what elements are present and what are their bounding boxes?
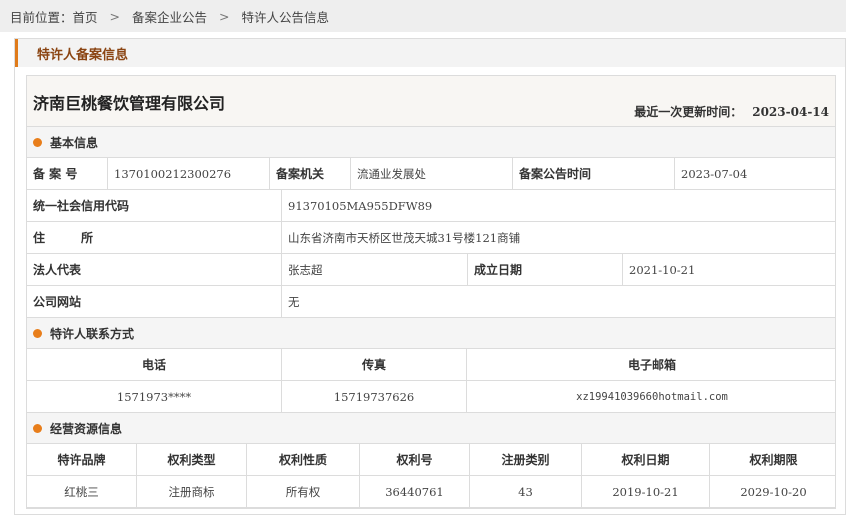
section-title: 特许人联系方式 [50, 326, 135, 341]
address-label: 住 所 [27, 222, 282, 253]
update-value: 2023-04-14 [752, 105, 829, 119]
website-value: 无 [288, 294, 300, 309]
right-no-header: 权利号 [360, 444, 470, 475]
breadcrumb-current: 特许人公告信息 [241, 9, 330, 25]
company-name: 济南巨桃餐饮管理有限公司 [33, 94, 226, 113]
section-title: 基本信息 [50, 135, 99, 150]
founded-value: 2021-10-21 [629, 262, 696, 277]
reg-class-value: 43 [470, 476, 582, 507]
section-title: 经营资源信息 [50, 421, 123, 436]
right-term-header: 权利期限 [749, 453, 798, 467]
fax-header: 传真 [282, 349, 467, 380]
record-no-value: 1370100212300276 [108, 158, 270, 189]
contact-value-row: 1571973**** 15719737626 xz19941039660hot… [27, 381, 835, 413]
brand-header: 特许品牌 [27, 444, 137, 475]
bullet-dot-icon [33, 328, 42, 338]
right-no-value: 36440761 [360, 476, 470, 507]
table-row: 备 案 号 1370100212300276 备案机关 流通业发展处 备案公告时… [27, 158, 835, 190]
franchisor-panel: 特许人备案信息 济南巨桃餐饮管理有限公司 最近一次更新时间： 2023-04-14… [14, 38, 846, 515]
right-term-value: 2029-10-20 [740, 484, 807, 499]
breadcrumb-filing-link[interactable]: 备案企业公告 [132, 7, 207, 26]
email-header: 电子邮箱 [627, 358, 676, 372]
panel-title: 特许人备案信息 [15, 39, 845, 67]
resources-header-row: 特许品牌 权利类型 权利性质 权利号 注册类别 权利日期 权利期限 [27, 444, 835, 476]
company-header: 济南巨桃餐饮管理有限公司 最近一次更新时间： 2023-04-14 [27, 76, 835, 127]
phone-value: 1571973**** [27, 381, 282, 412]
breadcrumb-home-link[interactable]: 首页 [73, 7, 98, 26]
credit-code-label: 统一社会信用代码 [27, 190, 282, 221]
table-row: 统一社会信用代码 91370105MA955DFW89 [27, 190, 835, 222]
website-label: 公司网站 [27, 286, 282, 317]
credit-code-value: 91370105MA955DFW89 [288, 198, 433, 213]
breadcrumb: 目前位置： 首页 > 备案企业公告 > 特许人公告信息 [0, 0, 846, 32]
breadcrumb-separator: > [219, 8, 230, 24]
contact-header-row: 电话 传真 电子邮箱 [27, 349, 835, 381]
bullet-dot-icon [33, 137, 42, 147]
update-time: 最近一次更新时间： 2023-04-14 [634, 103, 829, 120]
right-type-header: 权利类型 [137, 444, 247, 475]
reg-class-header: 注册类别 [470, 444, 582, 475]
table-row: 红桃三 注册商标 所有权 36440761 43 2019-10-21 2029… [27, 476, 835, 508]
section-resources: 经营资源信息 [27, 413, 835, 444]
authority-value: 流通业发展处 [351, 158, 513, 189]
right-type-value: 注册商标 [137, 476, 247, 507]
right-date-header: 权利日期 [582, 444, 710, 475]
update-label: 最近一次更新时间： [634, 105, 743, 119]
section-contact: 特许人联系方式 [27, 318, 835, 349]
breadcrumb-separator: > [109, 8, 121, 24]
legal-rep-label: 法人代表 [27, 254, 282, 285]
address-value: 山东省济南市天桥区世茂天城31号楼121商铺 [288, 230, 521, 245]
right-nature-header: 权利性质 [247, 444, 360, 475]
announce-time-value: 2023-07-04 [681, 166, 748, 181]
right-nature-value: 所有权 [247, 476, 360, 507]
breadcrumb-prefix: 目前位置： [10, 9, 73, 25]
record-no-label: 备 案 号 [27, 158, 108, 189]
phone-header: 电话 [27, 349, 282, 380]
bullet-dot-icon [33, 423, 42, 433]
table-row: 法人代表 张志超 成立日期 2021-10-21 [27, 254, 835, 286]
fax-value: 15719737626 [282, 381, 467, 412]
section-basic-info: 基本信息 [27, 127, 835, 158]
legal-rep-value: 张志超 [282, 254, 468, 285]
table-row: 公司网站 无 [27, 286, 835, 318]
announce-time-label: 备案公告时间 [513, 158, 675, 189]
table-row: 住 所 山东省济南市天桥区世茂天城31号楼121商铺 [27, 222, 835, 254]
detail-table: 济南巨桃餐饮管理有限公司 最近一次更新时间： 2023-04-14 基本信息 备 … [26, 75, 836, 509]
founded-label: 成立日期 [468, 254, 623, 285]
brand-value: 红桃三 [27, 476, 137, 507]
authority-label: 备案机关 [270, 158, 351, 189]
email-value: xz19941039660hotmail.com [576, 390, 728, 403]
right-date-value: 2019-10-21 [582, 476, 710, 507]
